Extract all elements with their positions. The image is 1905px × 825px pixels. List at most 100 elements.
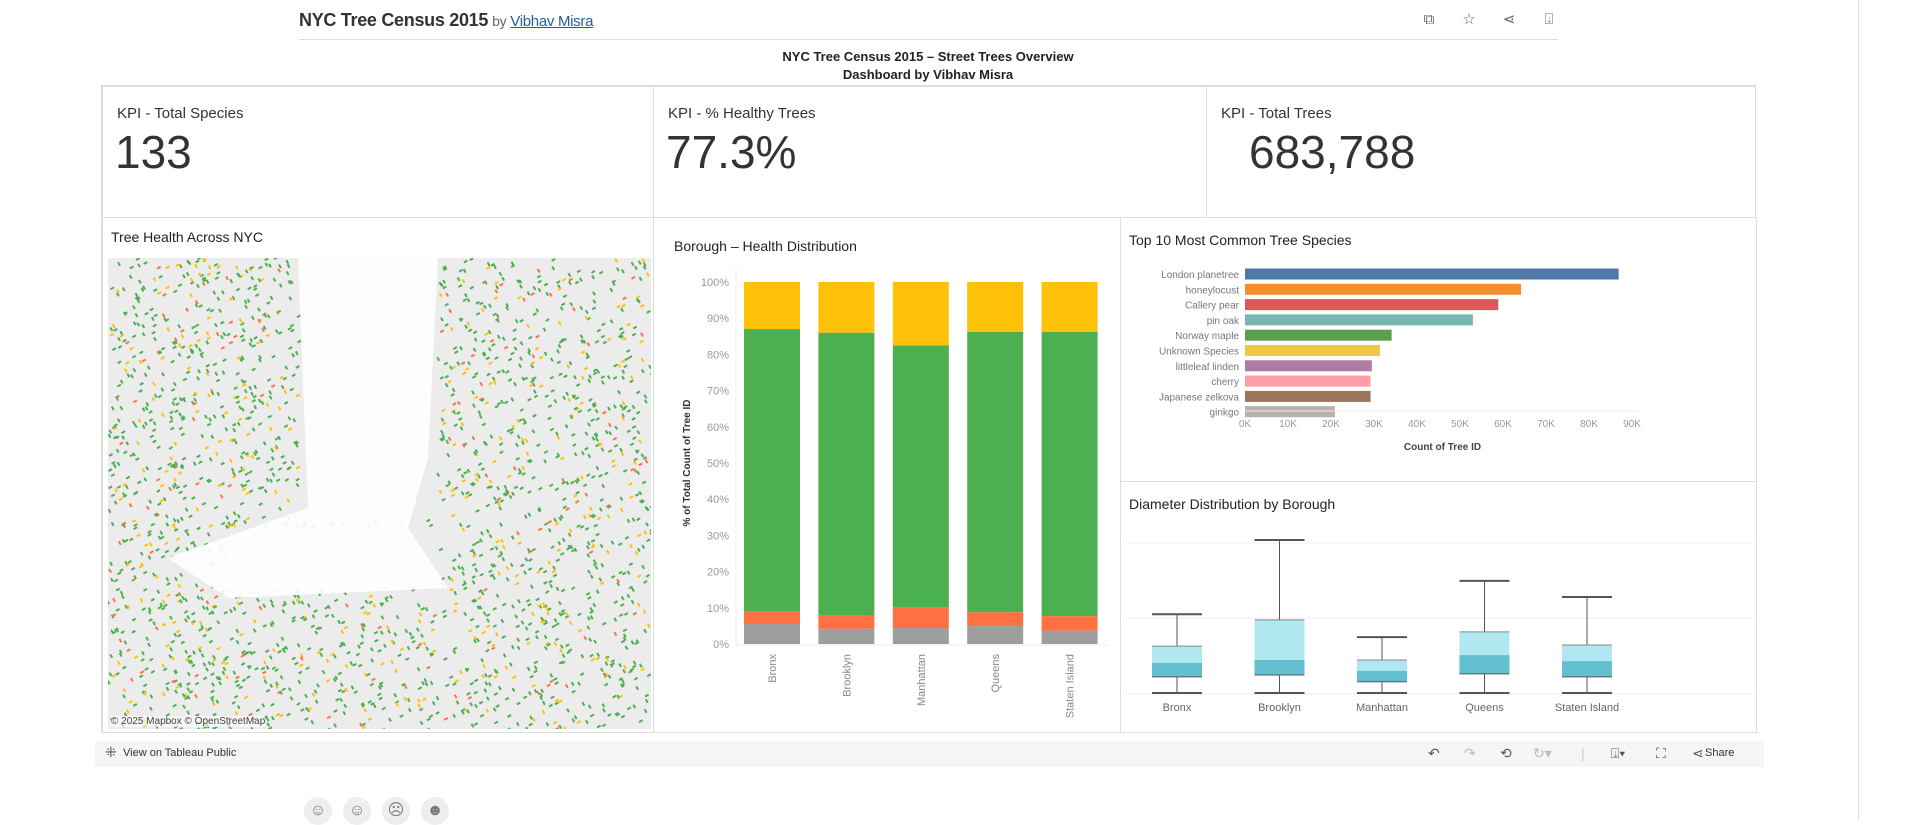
tree-dot [179, 727, 183, 729]
face-icon-1[interactable]: ☺ [304, 797, 332, 825]
tree-dot [456, 361, 460, 365]
tree-dot [399, 714, 403, 718]
face-icon-3[interactable]: ☹ [382, 797, 410, 825]
tree-dot [643, 580, 647, 584]
tree-dot [313, 609, 317, 613]
tree-dot [517, 599, 521, 603]
tree-dot [135, 457, 139, 461]
tree-dot [143, 683, 147, 687]
tree-dot [268, 390, 272, 394]
tree-dot [613, 617, 617, 621]
tree-dot [614, 444, 618, 448]
tree-dot [159, 275, 163, 279]
share-button[interactable]: Share [1705, 747, 1734, 759]
tree-dot [184, 529, 188, 533]
tree-dot [488, 682, 492, 686]
tree-dot [494, 356, 498, 360]
tree-dot [269, 467, 273, 471]
tree-dot [589, 507, 593, 511]
download-icon[interactable]: ⍗ [1539, 10, 1559, 30]
map-canvas[interactable] [108, 258, 651, 729]
tree-dot [181, 433, 185, 437]
tree-dot [182, 496, 186, 500]
tree-dot [453, 650, 457, 654]
tree-dot [528, 567, 532, 571]
tree-dot [514, 346, 518, 350]
tree-dot [152, 382, 156, 386]
author-link[interactable]: Vibhav Misra [510, 13, 593, 30]
tree-dot [161, 347, 165, 351]
tree-dot [606, 550, 610, 554]
tree-dot [447, 380, 451, 384]
page-scrollbar[interactable] [1858, 0, 1859, 820]
copy-icon[interactable]: ⧉ [1419, 10, 1439, 30]
tree-dot [599, 507, 603, 511]
tree-dot [207, 423, 211, 427]
share-icon[interactable]: ⋖ [1692, 745, 1704, 762]
tree-dot [377, 693, 381, 697]
tree-dot [234, 680, 238, 684]
tree-dot [613, 376, 617, 380]
tree-dot [116, 608, 120, 612]
tree-dot [486, 529, 490, 533]
tree-dot [595, 437, 599, 441]
tree-dot [117, 360, 121, 364]
tree-dot [253, 287, 257, 291]
tree-dot [552, 565, 556, 569]
tree-dot [198, 460, 202, 464]
tree-dot [650, 372, 651, 376]
tree-dot [610, 288, 614, 292]
redo-icon[interactable]: ↷ [1464, 745, 1476, 762]
kpi-healthy-trees[interactable]: KPI - % Healthy Trees 77.3% [653, 86, 1207, 218]
tree-dot [207, 316, 211, 320]
tree-dot [377, 626, 381, 630]
tree-dot [497, 402, 501, 406]
tree-dot [285, 260, 289, 264]
tree-dot [153, 337, 157, 341]
tree-dot [177, 324, 181, 328]
download-menu-icon[interactable]: ⍗▾ [1611, 745, 1625, 762]
tree-dot [420, 633, 424, 637]
kpi-total-species[interactable]: KPI - Total Species 133 [102, 86, 654, 218]
tree-dot [622, 401, 626, 405]
tree-dot [151, 523, 155, 527]
tree-dot [124, 368, 128, 372]
y-tick-label: 20% [707, 567, 729, 579]
tree-dot [111, 494, 115, 498]
tree-dot [613, 364, 617, 368]
tree-dot [471, 723, 475, 727]
star-icon[interactable]: ☆ [1459, 10, 1479, 30]
tree-dot [268, 726, 272, 729]
tree-dot [463, 471, 467, 475]
box-upper [1562, 645, 1612, 661]
tree-dot [207, 393, 211, 397]
tree-dot [251, 367, 255, 371]
revert-icon[interactable]: ⟲ [1500, 745, 1512, 762]
tree-dot [611, 459, 615, 463]
dashboard: KPI - Total Species 133 KPI - % Healthy … [101, 85, 1756, 733]
kpi-total-trees[interactable]: KPI - Total Trees 683,788 [1206, 86, 1756, 218]
tree-dot [108, 600, 110, 604]
refresh-icon[interactable]: ↻▾ [1533, 745, 1552, 762]
tree-dot [172, 704, 176, 708]
tree-health-map[interactable]: © 2025 Mapbox © OpenStreetMap [108, 258, 651, 729]
tree-dot [192, 650, 196, 654]
share-icon[interactable]: ⋖ [1499, 10, 1519, 30]
kpi-value: 133 [115, 125, 192, 179]
tree-dot [271, 384, 275, 388]
tree-dot [131, 567, 135, 571]
fullscreen-icon[interactable]: ⛶ [1656, 745, 1666, 762]
undo-icon[interactable]: ↶ [1428, 745, 1440, 762]
y-tick-label: 10% [707, 603, 729, 615]
tree-dot [563, 374, 567, 378]
tree-dot [311, 625, 315, 629]
face-icon-4[interactable]: ☻ [421, 797, 449, 825]
tree-dot [629, 380, 633, 384]
tree-dot [233, 607, 237, 611]
tree-dot [267, 378, 271, 382]
view-on-tableau-link[interactable]: View on Tableau Public [123, 747, 236, 759]
face-icon-2[interactable]: ☺ [343, 797, 371, 825]
tree-dot [214, 263, 218, 267]
tree-dot [188, 515, 192, 519]
tree-dot [266, 717, 270, 721]
